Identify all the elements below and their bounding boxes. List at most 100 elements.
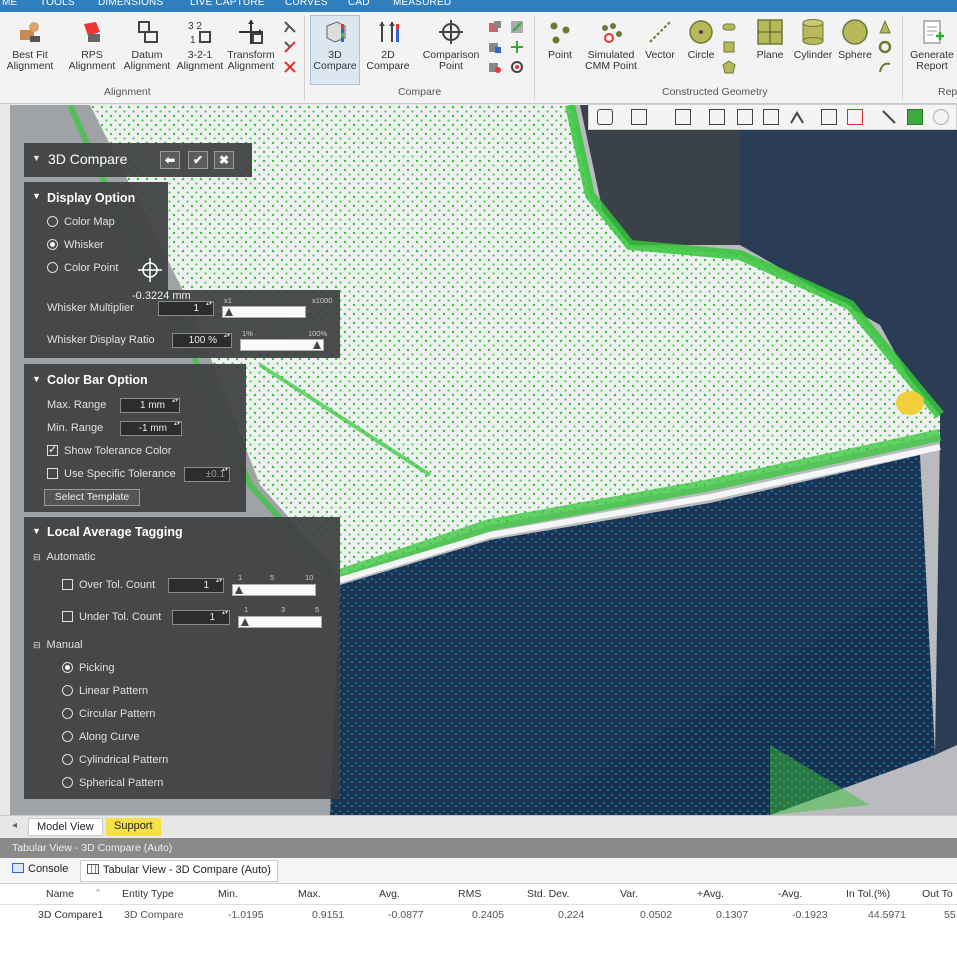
collapse-arrow-icon[interactable]: ▼ bbox=[32, 374, 41, 384]
simulated-cmm-point-button[interactable]: Simulated CMM Point bbox=[580, 16, 642, 72]
3d-compare-button[interactable]: 3D Compare bbox=[310, 15, 360, 85]
slider-thumb[interactable] bbox=[313, 341, 321, 349]
321-alignment-button[interactable]: 3 21 3-2-1 Alignment bbox=[172, 16, 228, 72]
tab-tools[interactable]: TOOLS bbox=[40, 0, 75, 8]
whisker-multiplier-slider[interactable] bbox=[222, 306, 306, 318]
cancel-button[interactable]: ✖ bbox=[214, 151, 234, 169]
rps-alignment-button[interactable]: RPS Alignment bbox=[62, 16, 122, 72]
column-header[interactable]: -Avg. bbox=[778, 888, 802, 900]
use-specific-tolerance-checkbox[interactable]: Use Specific Tolerance bbox=[47, 468, 176, 480]
column-header[interactable]: Out To bbox=[922, 888, 953, 900]
back-button[interactable]: ⬅ bbox=[160, 151, 180, 169]
curve-icon[interactable] bbox=[878, 60, 892, 74]
automatic-group[interactable]: ⊟ Automatic bbox=[33, 551, 95, 563]
generate-report-button[interactable]: Generate Report bbox=[904, 16, 957, 72]
tab-console[interactable]: Console bbox=[12, 863, 68, 875]
point-button[interactable]: Point bbox=[540, 16, 580, 61]
view-box-icon[interactable] bbox=[631, 109, 647, 125]
whisker-display-ratio-slider[interactable] bbox=[240, 339, 324, 351]
slider-thumb[interactable] bbox=[225, 308, 233, 316]
view-select-icon[interactable] bbox=[907, 109, 923, 125]
view-front-icon[interactable] bbox=[709, 109, 725, 125]
whisker-display-ratio-spinner[interactable]: 100 % bbox=[172, 333, 232, 348]
circle-button[interactable]: Circle bbox=[682, 16, 720, 61]
compare-tool-icon-4[interactable] bbox=[510, 20, 524, 34]
slot-icon[interactable] bbox=[722, 20, 736, 34]
tab-live-capture[interactable]: LIVE CAPTURE bbox=[190, 0, 265, 8]
compare-tool-icon-1[interactable] bbox=[488, 20, 502, 34]
view-pan-icon[interactable] bbox=[789, 109, 805, 125]
specific-tolerance-input[interactable]: ±0.1 bbox=[184, 467, 230, 482]
view-line-icon[interactable] bbox=[881, 109, 897, 125]
tab-model-view[interactable]: Model View bbox=[28, 818, 103, 836]
column-header[interactable]: Std. Dev. bbox=[527, 888, 569, 900]
radio-whisker[interactable]: Whisker bbox=[47, 239, 104, 251]
under-tol-count-spinner[interactable]: 1 bbox=[172, 610, 230, 625]
collapse-arrow-icon[interactable]: ▼ bbox=[32, 526, 41, 536]
column-header[interactable]: In Tol.(%) bbox=[846, 888, 890, 900]
view-shape-icon[interactable] bbox=[597, 109, 613, 125]
sort-ascending-icon[interactable]: ^ bbox=[96, 888, 100, 897]
select-template-button[interactable]: Select Template bbox=[44, 489, 140, 506]
compare-tool-icon-5[interactable] bbox=[510, 40, 524, 54]
align-remove-icon[interactable] bbox=[283, 40, 297, 54]
slider-thumb[interactable] bbox=[235, 586, 243, 594]
tab-measured[interactable]: MEASURED bbox=[393, 0, 451, 8]
torus-icon[interactable] bbox=[878, 40, 892, 54]
view-grid-icon[interactable] bbox=[821, 109, 837, 125]
pentagon-icon[interactable] bbox=[722, 60, 736, 74]
sphere-button[interactable]: Sphere bbox=[834, 16, 876, 61]
tab-tabular-view[interactable]: Tabular View - 3D Compare (Auto) bbox=[80, 860, 278, 882]
over-tol-count-slider[interactable] bbox=[232, 584, 316, 596]
cylinder-button[interactable]: Cylinder bbox=[790, 16, 836, 61]
radio-circular-pattern[interactable]: Circular Pattern bbox=[62, 708, 155, 720]
manual-group[interactable]: ⊟ Manual bbox=[33, 639, 83, 651]
radio-spherical-pattern[interactable]: Spherical Pattern bbox=[62, 777, 163, 789]
max-range-spinner[interactable]: 1 mm bbox=[120, 398, 180, 413]
show-tolerance-checkbox[interactable]: Show Tolerance Color bbox=[47, 443, 171, 457]
whisker-multiplier-spinner[interactable]: 1 bbox=[158, 301, 214, 316]
vector-button[interactable]: Vector bbox=[640, 16, 680, 61]
compare-tool-icon-2[interactable] bbox=[488, 40, 502, 54]
transform-alignment-button[interactable]: Transform Alignment bbox=[222, 16, 280, 72]
tab-support[interactable]: Support bbox=[106, 818, 161, 836]
column-header[interactable]: Max. bbox=[298, 888, 321, 900]
compare-tool-icon-3[interactable] bbox=[488, 60, 502, 74]
column-header[interactable]: Avg. bbox=[379, 888, 400, 900]
tab-cad[interactable]: CAD bbox=[348, 0, 370, 8]
2d-compare-button[interactable]: 2D Compare bbox=[360, 16, 416, 72]
view-section-icon[interactable] bbox=[847, 109, 863, 125]
ok-button[interactable]: ✔ bbox=[188, 151, 208, 169]
radio-color-map[interactable]: Color Map bbox=[47, 216, 115, 228]
plane-button[interactable]: Plane bbox=[748, 16, 792, 61]
column-header[interactable]: Entity Type bbox=[122, 888, 174, 900]
view-target-icon[interactable] bbox=[933, 109, 949, 125]
align-delete-icon[interactable] bbox=[283, 60, 297, 74]
comparison-point-button[interactable]: Comparison Point bbox=[418, 16, 484, 72]
over-tol-count-spinner[interactable]: 1 bbox=[168, 578, 224, 593]
view-side-icon[interactable] bbox=[737, 109, 753, 125]
best-fit-alignment-button[interactable]: Best Fit Alignment bbox=[0, 16, 62, 72]
radio-cylindrical-pattern[interactable]: Cylindrical Pattern bbox=[62, 754, 168, 766]
under-tol-count-checkbox[interactable]: Under Tol. Count bbox=[62, 611, 161, 623]
expand-toggle-icon[interactable]: ⊟ bbox=[33, 552, 41, 562]
view-iso-icon[interactable] bbox=[675, 109, 691, 125]
column-header[interactable]: Name bbox=[46, 888, 74, 900]
column-header[interactable]: +Avg. bbox=[697, 888, 724, 900]
tab-scroll-left-icon[interactable]: ◂ bbox=[12, 820, 17, 831]
tab-curves[interactable]: CURVES bbox=[285, 0, 328, 8]
radio-along-curve[interactable]: Along Curve bbox=[62, 731, 140, 743]
cone-icon[interactable] bbox=[878, 19, 892, 34]
column-header[interactable]: Min. bbox=[218, 888, 238, 900]
under-tol-count-slider[interactable] bbox=[238, 616, 322, 628]
collapse-arrow-icon[interactable]: ▼ bbox=[32, 191, 41, 201]
collapse-arrow-icon[interactable]: ▼ bbox=[32, 153, 41, 163]
view-split-icon[interactable] bbox=[763, 109, 779, 125]
square-icon[interactable] bbox=[722, 40, 736, 54]
over-tol-count-checkbox[interactable]: Over Tol. Count bbox=[62, 579, 155, 591]
datum-alignment-button[interactable]: Datum Alignment bbox=[118, 16, 176, 72]
radio-color-point[interactable]: Color Point bbox=[47, 262, 118, 274]
align-tool-icon[interactable] bbox=[283, 20, 297, 34]
expand-toggle-icon[interactable]: ⊟ bbox=[33, 640, 41, 650]
min-range-spinner[interactable]: -1 mm bbox=[120, 421, 182, 436]
